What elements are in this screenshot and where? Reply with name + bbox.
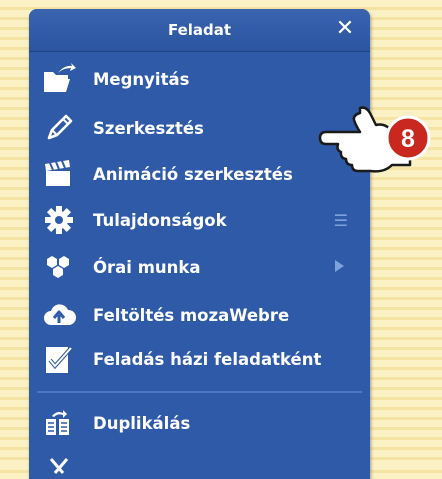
menu-item-partial[interactable]	[29, 449, 370, 479]
menu-item-label: Duplikálás	[93, 414, 191, 433]
menu-item-open[interactable]: Megnyitás	[29, 57, 370, 101]
callout-number: 8	[401, 125, 415, 153]
hexagons-icon	[42, 251, 76, 283]
menu-item-label: Feladás házi feladatként	[93, 350, 322, 369]
duplicate-icon	[42, 407, 76, 439]
clapperboard-icon	[42, 158, 76, 190]
menu-item-class-work[interactable]: Órai munka	[29, 245, 370, 289]
gear-icon	[42, 204, 76, 236]
close-button[interactable]: ✕	[334, 18, 356, 40]
pointing-hand-callout: 8	[314, 100, 442, 180]
menu-item-label: Tulajdonságok	[93, 211, 227, 230]
scissors-icon	[42, 455, 76, 479]
submenu-arrow-icon	[335, 260, 344, 272]
cloud-upload-icon	[42, 299, 77, 331]
menu-item-upload[interactable]: Feltöltés mozaWebre	[29, 293, 370, 337]
panel-title: Feladat	[167, 21, 232, 39]
list-icon: ☰	[333, 211, 348, 230]
pencil-icon	[42, 112, 76, 144]
menu-item-properties[interactable]: Tulajdonságok ☰	[29, 198, 370, 242]
menu-item-duplicate[interactable]: Duplikálás	[29, 401, 370, 445]
menu-item-label: Feltöltés mozaWebre	[93, 306, 290, 325]
menu-item-assign-homework[interactable]: Feladás házi feladatként	[29, 337, 370, 381]
menu-item-label: Megnyitás	[93, 70, 190, 89]
checklist-icon	[42, 343, 76, 375]
menu-item-label: Szerkesztés	[93, 119, 204, 138]
panel-header: Feladat ✕	[29, 9, 370, 52]
menu-item-label: Animáció szerkesztés	[93, 165, 293, 184]
folder-open-icon	[42, 63, 76, 95]
menu-divider	[37, 391, 362, 393]
task-menu-panel: Feladat ✕ Megnyitás Szerkesztés Animáció…	[29, 9, 370, 479]
menu-item-label: Órai munka	[93, 258, 201, 277]
